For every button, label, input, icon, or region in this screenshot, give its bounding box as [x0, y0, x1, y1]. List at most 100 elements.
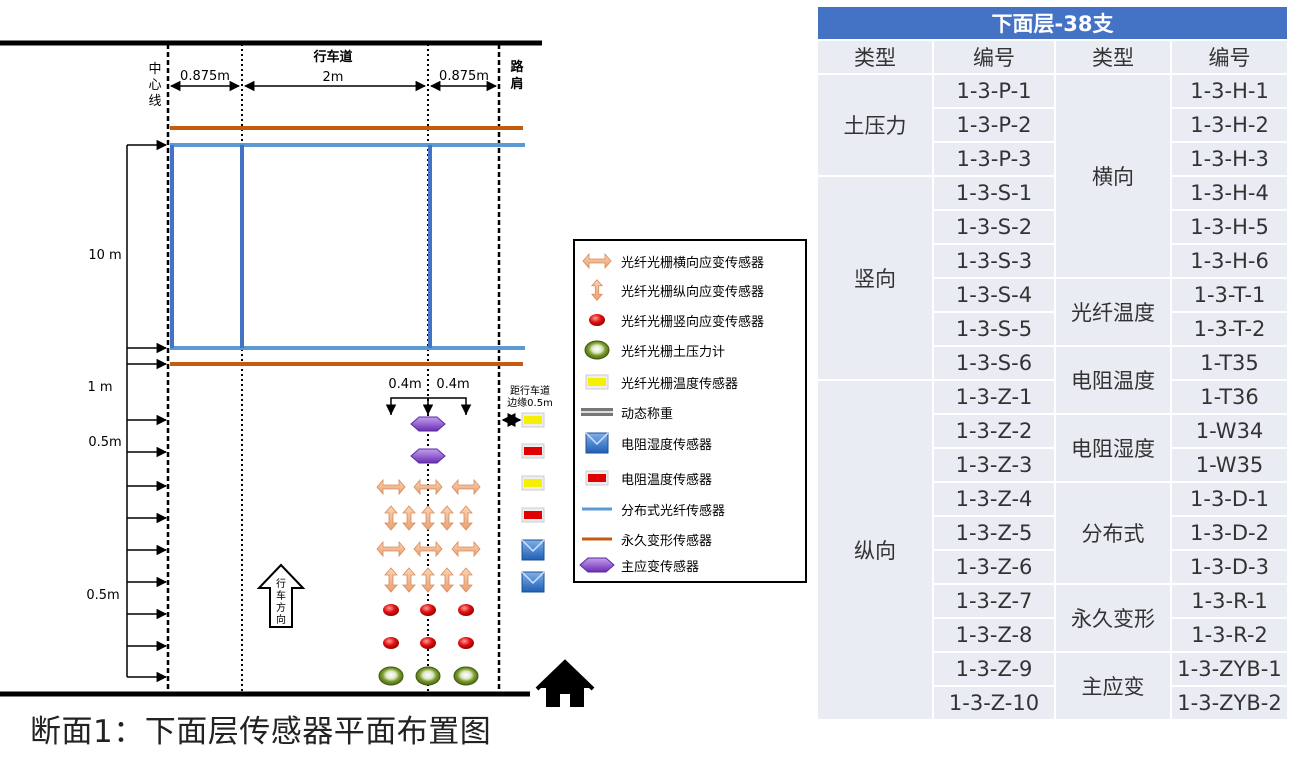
road-label: 行车道	[312, 49, 352, 65]
table-code-cell: 1-3-D-2	[1172, 517, 1288, 549]
sensor-longitudinal-strain	[402, 567, 416, 593]
legend-item: 动态称重	[575, 401, 805, 423]
gray-bar-icon	[575, 401, 615, 423]
dim-1m-label: 1 m	[87, 380, 112, 395]
table-header-cell: 类型	[1056, 41, 1170, 73]
table-code-cell: 1-3-Z-7	[934, 585, 1054, 617]
table-code-cell: 1-3-ZYB-2	[1172, 687, 1288, 719]
centerline-label-3: 线	[148, 94, 161, 109]
sensor-longitudinal-strain	[421, 505, 435, 531]
centerline-label-2: 心	[148, 78, 161, 93]
red-block-icon	[575, 467, 615, 489]
edge-note-line1: 距行车道	[510, 384, 550, 397]
sensor-horizontal-strain	[451, 478, 481, 496]
table-type-cell: 主应变	[1056, 653, 1170, 719]
sensor-vertical-strain	[420, 637, 436, 649]
sensor-longitudinal-strain	[384, 567, 398, 593]
table-code-cell: 1-3-P-2	[934, 109, 1054, 141]
legend-label: 光纤光栅纵向应变传感器	[621, 284, 765, 300]
sensor-principal-strain	[410, 416, 446, 432]
table-code-cell: 1-3-S-3	[934, 245, 1054, 277]
sensor-fiber-temperature	[521, 475, 545, 491]
table-row: 纵向 1-3-Z-1 1-T36	[818, 381, 1288, 719]
vertical-strain-arrow-icon	[575, 279, 615, 301]
table-type-cell: 竖向	[818, 177, 932, 379]
sensor-horizontal-strain	[376, 540, 406, 558]
table-type-cell: 电阻温度	[1056, 347, 1170, 413]
sensor-resistance-temperature	[521, 507, 545, 523]
sensor-resistance-humidity	[521, 539, 545, 561]
sensor-vertical-strain	[458, 604, 474, 616]
direction-char-4: 向	[276, 613, 286, 626]
table-code-cell: 1-T36	[1172, 381, 1288, 413]
table-code-cell: 1-3-Z-3	[934, 449, 1054, 481]
sensor-longitudinal-strain	[459, 567, 473, 593]
edge-note-line2: 边缘0.5m	[507, 396, 553, 409]
legend-item: 电阻温度传感器	[575, 467, 805, 489]
table-code-cell: 1-W35	[1172, 449, 1288, 481]
blue-block-icon	[575, 432, 615, 454]
sensor-horizontal-strain	[451, 540, 481, 558]
left-bracket-ticks	[127, 139, 168, 683]
legend-item: 主应变传感器	[575, 554, 805, 576]
table-code-cell: 1-3-S-4	[934, 279, 1054, 311]
table-code-cell: 1-3-D-1	[1172, 483, 1288, 515]
table-code-cell: 1-3-T-2	[1172, 313, 1288, 345]
table-code-cell: 1-T35	[1172, 347, 1288, 379]
table-type-cell: 永久变形	[1056, 585, 1170, 651]
table-header-cell: 编号	[1172, 41, 1288, 73]
legend-label: 动态称重	[621, 406, 674, 422]
legend-item: 永久变形传感器	[575, 528, 805, 550]
purple-hex-icon	[575, 554, 615, 576]
green-disc-icon	[575, 339, 615, 361]
offset-right-label: 0.4m	[436, 377, 469, 392]
table-code-cell: 1-3-Z-4	[934, 483, 1054, 515]
table-code-cell: 1-3-H-6	[1172, 245, 1288, 277]
sensor-fiber-temperature	[521, 412, 545, 428]
centerline-label-1: 中	[148, 62, 161, 77]
diagram-caption: 断面1：下面层传感器平面布置图	[30, 714, 492, 750]
sensor-horizontal-strain	[413, 478, 443, 496]
legend-label: 分布式光纤传感器	[621, 503, 726, 519]
house-icon	[535, 659, 595, 707]
legend-label: 光纤光栅温度传感器	[621, 376, 739, 392]
table-type-cell: 电阻湿度	[1056, 415, 1170, 481]
sensor-longitudinal-strain	[440, 505, 454, 531]
table-code-cell: 1-3-Z-1	[934, 381, 1054, 413]
sensor-horizontal-strain	[376, 478, 406, 496]
sensor-principal-strain	[410, 448, 446, 464]
legend-label: 电阻温度传感器	[621, 472, 713, 488]
table-header-cell: 类型	[818, 41, 932, 73]
sensor-earth-pressure	[415, 666, 441, 686]
direction-char-1: 行	[276, 577, 286, 590]
table-header-cell: 编号	[934, 41, 1054, 73]
legend-label: 光纤光栅土压力计	[621, 344, 726, 360]
table-code-cell: 1-3-S-1	[934, 177, 1054, 209]
dim-mid-label: 2m	[323, 70, 344, 85]
legend-item: 光纤光栅横向应变传感器	[575, 250, 805, 272]
red-dot-icon	[575, 309, 615, 331]
sensor-earth-pressure	[378, 666, 404, 686]
sensor-resistance-temperature	[521, 443, 545, 459]
legend-label: 光纤光栅横向应变传感器	[621, 255, 765, 271]
table-code-cell: 1-3-ZYB-1	[1172, 653, 1288, 685]
legend-label: 永久变形传感器	[621, 533, 713, 549]
table-code-cell: 1-3-Z-8	[934, 619, 1054, 651]
table-row: 竖向 1-3-S-1 1-3-H-4	[818, 177, 1288, 379]
sensor-resistance-humidity	[521, 571, 545, 593]
sensor-vertical-strain	[383, 637, 399, 649]
table-code-cell: 1-3-P-3	[934, 143, 1054, 175]
table-code-cell: 1-3-R-2	[1172, 619, 1288, 651]
legend-item: 电阻湿度传感器	[575, 432, 805, 454]
table-code-cell: 1-3-S-2	[934, 211, 1054, 243]
sensor-longitudinal-strain	[402, 505, 416, 531]
dim-right-label: 0.875m	[439, 69, 489, 84]
table-title: 下面层-38支	[818, 7, 1288, 39]
table-code-cell: 1-3-H-1	[1172, 75, 1288, 107]
legend-label: 电阻湿度传感器	[621, 437, 713, 453]
table-code-cell: 1-3-Z-9	[934, 653, 1054, 685]
horizontal-strain-arrow-icon	[575, 250, 615, 272]
sensor-markers	[376, 412, 545, 686]
table-code-cell: 1-3-H-4	[1172, 177, 1288, 209]
legend-item: 光纤光栅土压力计	[575, 339, 805, 361]
